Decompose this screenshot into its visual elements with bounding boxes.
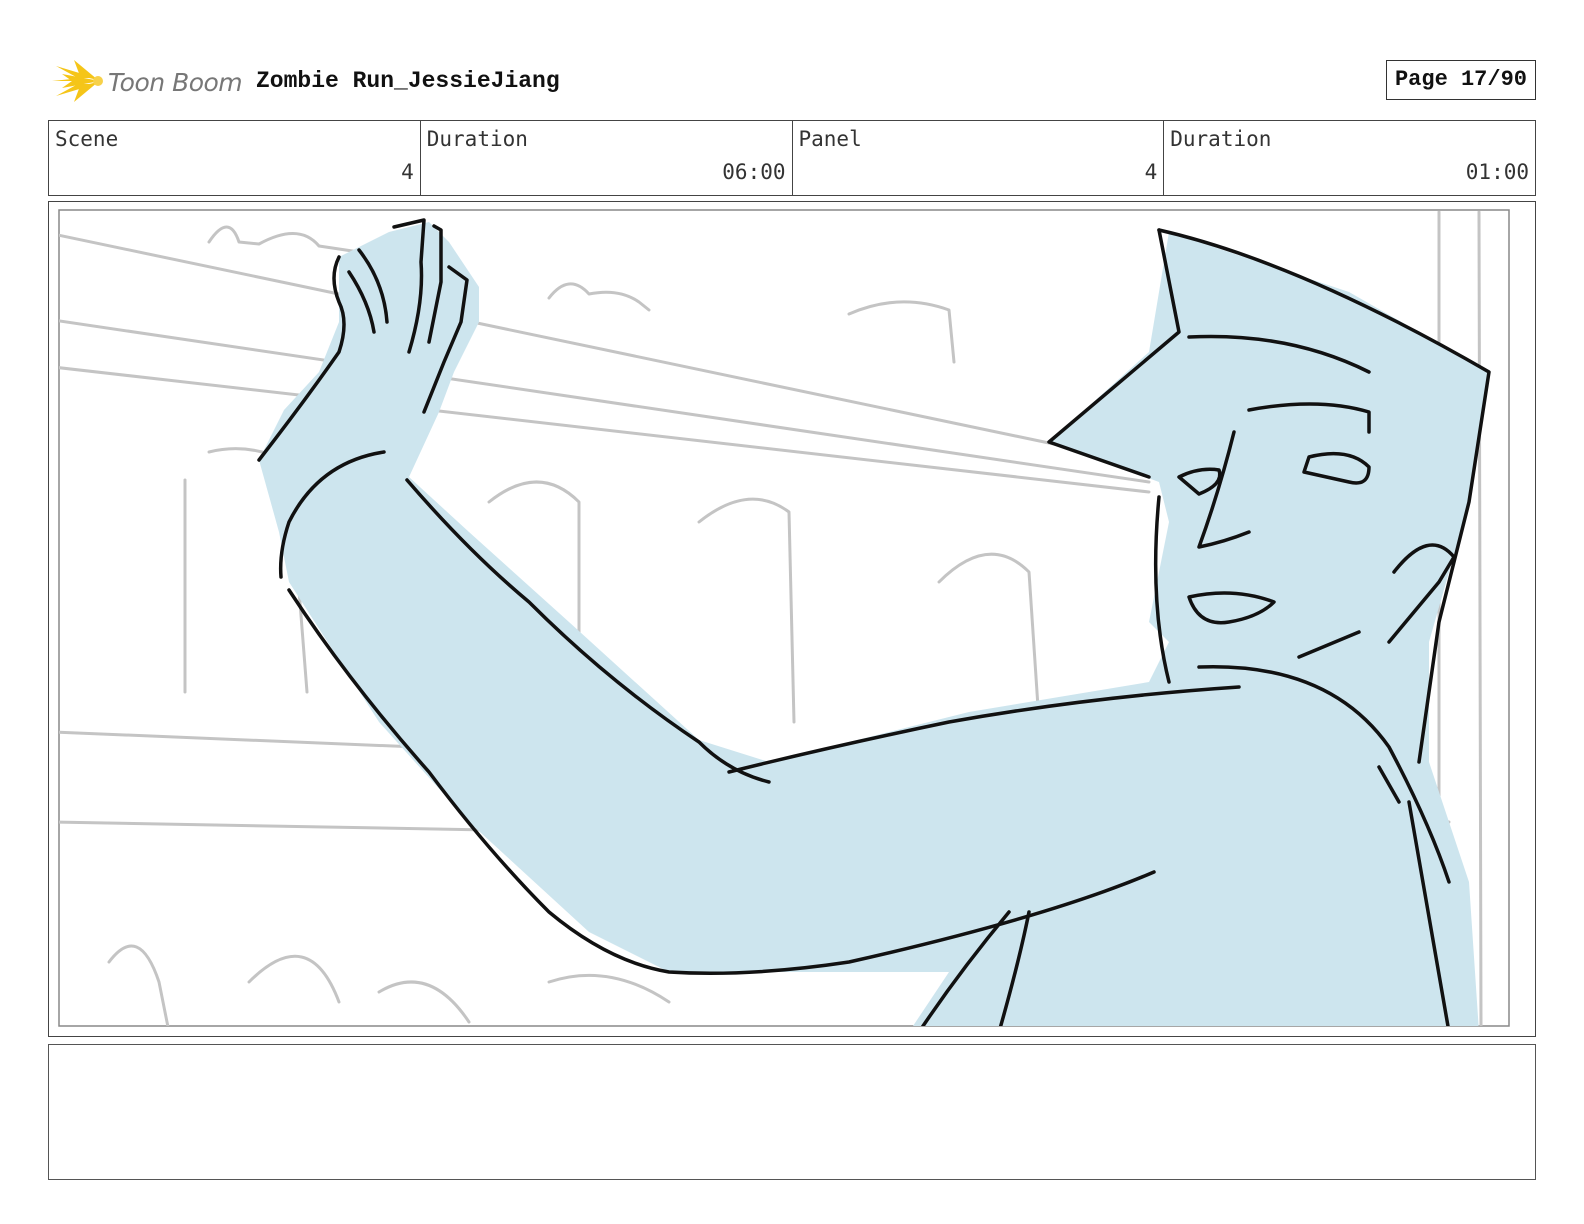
- logo-wordmark: Toon Boom: [108, 68, 243, 97]
- scene-duration-cell: Duration 06:00: [421, 121, 793, 195]
- panel-cell: Panel 4: [793, 121, 1165, 195]
- scene-cell: Scene 4: [49, 121, 421, 195]
- page-indicator: Page 17/90: [1385, 60, 1536, 100]
- panel-duration-value: 01:00: [1465, 160, 1529, 184]
- toon-boom-logo: Toon Boom: [52, 56, 243, 106]
- scene-duration-value: 06:00: [722, 160, 786, 184]
- scene-label: Scene: [55, 127, 119, 151]
- storyboard-panel: [48, 201, 1536, 1037]
- panel-value: 4: [1144, 160, 1158, 184]
- scene-value: 4: [401, 160, 414, 184]
- panel-notes-box: [48, 1044, 1536, 1180]
- scene-info-table: Scene 4 Duration 06:00 Panel 4 Duration …: [48, 120, 1536, 196]
- starburst-icon: [52, 60, 103, 102]
- panel-duration-label: Duration: [1170, 127, 1272, 151]
- page-header: Toon Boom Zombie Run_JessieJiang Page 17…: [48, 52, 1536, 108]
- scene-duration-label: Duration: [426, 127, 528, 151]
- panel-label: Panel: [798, 127, 862, 151]
- panel-duration-cell: Duration 01:00: [1164, 121, 1535, 195]
- project-title: Zombie Run_JessieJiang: [256, 68, 560, 94]
- storyboard-sketch-image: [58, 209, 1510, 1027]
